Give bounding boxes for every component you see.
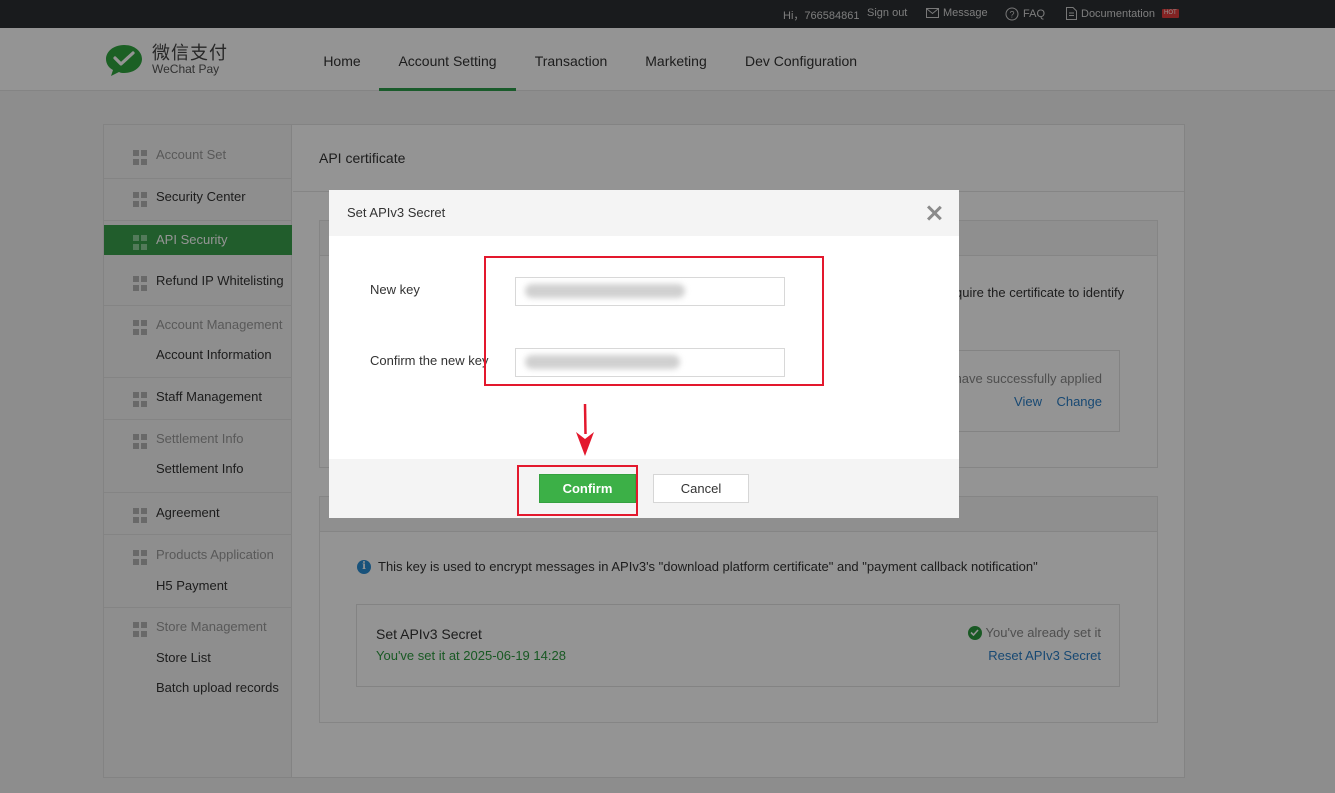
dialog-footer: Confirm Cancel bbox=[329, 459, 959, 518]
close-icon[interactable] bbox=[925, 204, 943, 222]
dialog-title: Set APIv3 Secret bbox=[347, 205, 446, 220]
inputs-highlight-box bbox=[484, 256, 824, 386]
confirm-key-label: Confirm the new key bbox=[370, 353, 489, 368]
confirm-highlight-box bbox=[517, 465, 638, 516]
new-key-label: New key bbox=[370, 282, 420, 297]
red-arrow-icon bbox=[576, 404, 594, 456]
dialog-header: Set APIv3 Secret bbox=[329, 190, 959, 236]
cancel-button[interactable]: Cancel bbox=[653, 474, 749, 503]
